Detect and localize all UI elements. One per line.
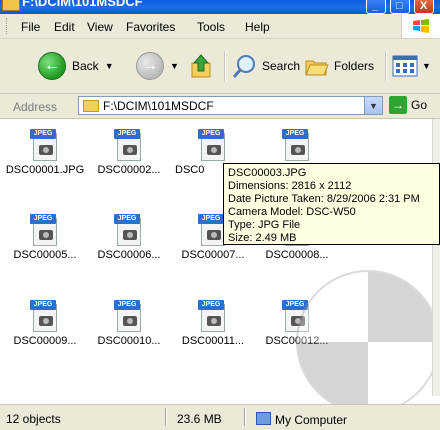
watermark-graphic [296,270,440,414]
forward-button[interactable]: → ▼ [136,51,179,81]
back-dropdown-icon[interactable]: ▼ [105,61,114,71]
my-computer-icon [256,412,271,425]
status-total-size: 23.6 MB [177,412,222,426]
file-item[interactable]: JPEG DSC00009... [3,300,87,348]
file-label: DSC00005... [13,249,77,261]
file-item[interactable]: JPEG DSC00006... [87,214,171,262]
toolbar-separator [385,51,387,81]
up-folder-button[interactable] [189,51,213,81]
file-info-tooltip: DSC00003.JPG Dimensions: 2816 x 2112 Dat… [223,163,440,245]
tooltip-size: Size: 2.49 MB [228,232,297,244]
vertical-scrollbar[interactable] [432,119,440,396]
menu-file[interactable]: File [21,20,40,34]
folders-button[interactable]: Folders [304,51,374,81]
close-button[interactable]: X [414,0,434,14]
jpeg-file-icon: JPEG [30,129,60,161]
go-arrow-icon: → [389,96,407,114]
file-label: DSC00006... [97,249,161,261]
explorer-window: F:\DCIM\101MSDCF _ □ X File Edit View Fa… [0,0,440,430]
minimize-button[interactable]: _ [366,0,386,14]
status-bar: 12 objects 23.6 MB My Computer [0,404,440,430]
jpeg-file-icon: JPEG [282,129,312,161]
address-bar: Address F:\DCIM\101MSDCF ▼ → Go [0,94,440,119]
go-button[interactable]: → Go [389,96,427,114]
file-label: DSC00007... [181,249,245,261]
folders-icon [305,60,329,76]
status-zone: My Computer [256,412,347,427]
file-label: DSC00009... [13,335,77,347]
windows-flag-icon [413,19,429,33]
menu-help[interactable]: Help [245,20,270,34]
jpeg-file-icon: JPEG [198,129,228,161]
file-label: DSC00001.JPG [5,164,85,176]
file-label: DSC00011... [181,335,245,347]
forward-dropdown-icon[interactable]: ▼ [170,61,179,71]
toolbar-grip[interactable] [6,18,10,34]
search-button[interactable]: Search [232,51,300,81]
folder-icon [83,100,99,112]
menu-edit[interactable]: Edit [54,20,75,34]
status-divider [244,408,246,426]
tooltip-dimensions: Dimensions: 2816 x 2112 [228,180,352,192]
jpeg-file-icon: JPEG [30,300,60,332]
file-item[interactable]: JPEG DSC00011... [171,300,255,348]
file-label: DSC00008... [265,249,329,261]
toolbar-separator [224,51,226,81]
file-label: DSC00010... [97,335,161,347]
tooltip-filename: DSC00003.JPG [228,167,307,179]
back-label: Back [72,59,99,73]
back-button[interactable]: ← Back ▼ [38,51,114,81]
jpeg-file-icon: JPEG [114,300,144,332]
jpeg-file-icon: JPEG [114,214,144,246]
menu-view[interactable]: View [87,20,113,34]
address-label: Address [13,100,58,114]
file-label: DSC00002... [97,164,161,176]
file-item[interactable]: JPEG DSC00002... [87,129,171,177]
views-icon [392,55,418,77]
tooltip-camera-model: Camera Model: DSC-W50 [228,206,356,218]
address-value: F:\DCIM\101MSDCF [103,99,214,113]
file-item[interactable]: JPEG DSC00001.JPG [3,129,87,177]
jpeg-file-icon: JPEG [30,214,60,246]
file-item[interactable]: JPEG DSC00010... [87,300,171,348]
forward-arrow-icon: → [136,52,164,80]
windows-logo [401,14,440,38]
menu-favorites[interactable]: Favorites [126,20,175,34]
jpeg-file-icon: JPEG [114,129,144,161]
go-label: Go [411,98,428,112]
menu-bar: File Edit View Favorites Tools Help [0,14,440,39]
up-folder-icon [191,54,211,78]
back-arrow-icon: ← [38,52,66,80]
window-title: F:\DCIM\101MSDCF [22,0,143,9]
jpeg-file-icon: JPEG [198,300,228,332]
file-item[interactable]: JPEG DSC00005... [3,214,87,262]
status-zone-label: My Computer [275,413,348,427]
tooltip-date-taken: Date Picture Taken: 8/29/2006 2:31 PM [228,193,420,205]
maximize-button[interactable]: □ [390,0,410,14]
title-bar[interactable]: F:\DCIM\101MSDCF _ □ X [0,0,440,14]
toolbar: ← Back ▼ → ▼ Search Folders ▼ [0,39,440,94]
folder-icon [2,0,20,11]
menu-tools[interactable]: Tools [197,20,225,34]
file-item[interactable]: JPEG [255,129,339,164]
views-dropdown-icon[interactable]: ▼ [422,61,431,71]
address-dropdown-button[interactable]: ▼ [364,97,382,114]
search-icon [232,55,255,78]
search-label: Search [262,59,301,73]
status-divider [165,408,167,426]
folders-label: Folders [334,59,375,73]
chevron-down-icon: ▼ [369,100,378,111]
views-button[interactable]: ▼ [392,51,431,81]
address-input[interactable]: F:\DCIM\101MSDCF ▼ [78,96,383,115]
status-object-count: 12 objects [6,412,61,426]
tooltip-type: Type: JPG File [228,219,301,231]
